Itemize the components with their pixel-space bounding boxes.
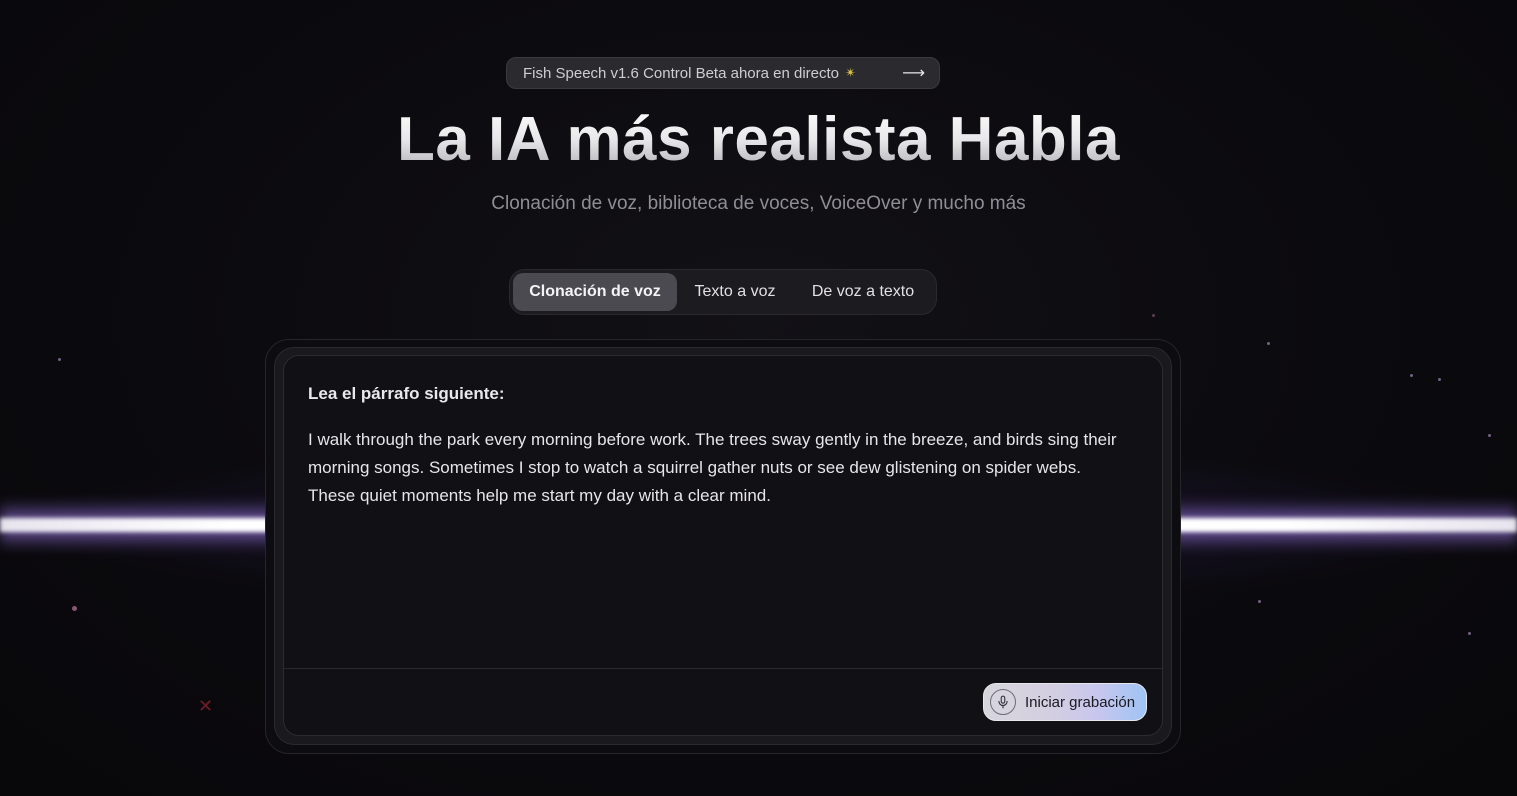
star <box>1152 314 1155 317</box>
sparkle-icon: ✴ <box>845 65 856 80</box>
star <box>1267 342 1270 345</box>
mode-tabs: Clonación de voz Texto a voz De voz a te… <box>509 269 937 315</box>
star <box>1488 434 1491 437</box>
start-recording-label: Iniciar grabación <box>1025 693 1136 711</box>
tab-speech-to-text[interactable]: De voz a texto <box>793 273 933 311</box>
microphone-icon <box>990 689 1016 715</box>
reading-paragraph: I walk through the park every morning be… <box>308 430 1117 505</box>
page: ✕ Fish Speech v1.6 Control Beta ahora en… <box>0 0 1517 796</box>
voice-clone-card: Lea el párrafo siguiente: I walk through… <box>283 355 1163 736</box>
announcement-banner[interactable]: Fish Speech v1.6 Control Beta ahora en d… <box>506 57 940 89</box>
cross-sparkle-icon: ✕ <box>198 696 214 716</box>
star <box>1410 374 1413 377</box>
star <box>1258 600 1261 603</box>
star <box>1468 632 1471 635</box>
star <box>72 606 77 611</box>
tab-text-to-speech[interactable]: Texto a voz <box>677 273 793 311</box>
hero-title: La IA más realista Habla <box>0 104 1517 175</box>
announcement-text: Fish Speech v1.6 Control Beta ahora en d… <box>523 64 840 82</box>
arrow-right-icon: ⟶ <box>902 65 925 82</box>
prompt-label: Lea el párrafo siguiente: <box>308 384 505 403</box>
start-recording-button[interactable]: Iniciar grabación <box>983 683 1147 721</box>
star <box>1438 378 1441 381</box>
tab-voice-cloning[interactable]: Clonación de voz <box>513 273 677 311</box>
hero-subtitle: Clonación de voz, biblioteca de voces, V… <box>491 193 1026 214</box>
star <box>58 358 61 361</box>
card-divider <box>284 668 1162 669</box>
